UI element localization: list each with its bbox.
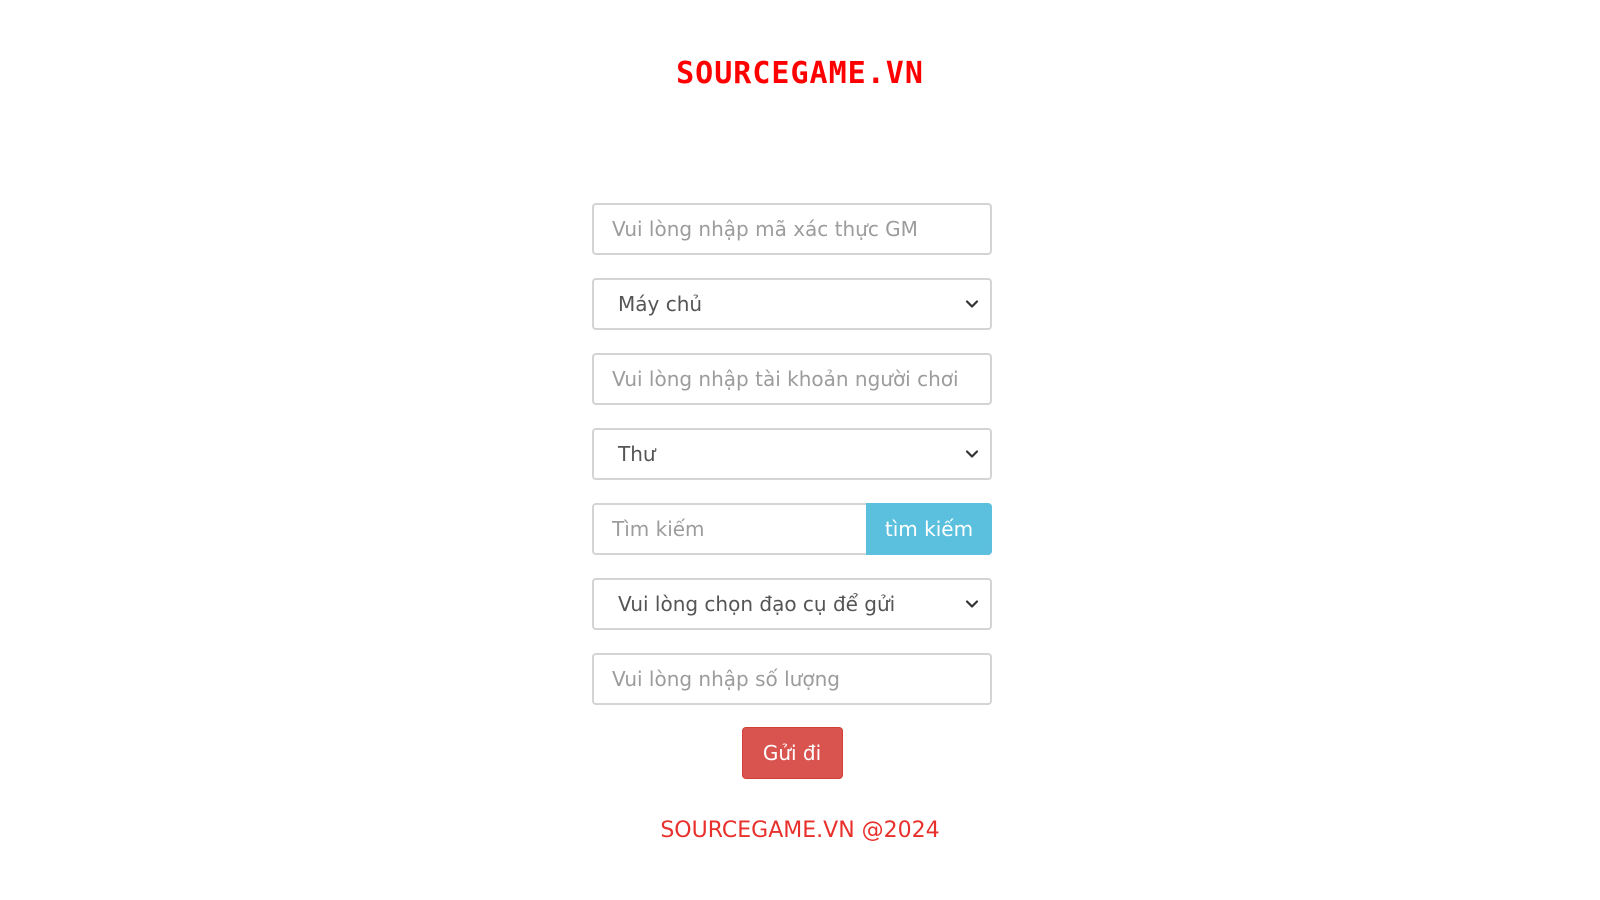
item-search-group: tìm kiếm (592, 503, 992, 555)
footer-copyright: SOURCEGAME.VN @2024 (660, 818, 940, 843)
gm-code-field[interactable] (592, 203, 992, 255)
quantity-field[interactable] (592, 653, 992, 705)
gm-send-form: Máy chủ Thư tìm kiếm Vui lòng chọn đạo c… (592, 203, 992, 779)
item-search-input[interactable] (612, 517, 848, 541)
chevron-down-icon (965, 600, 979, 608)
quantity-input[interactable] (612, 667, 972, 691)
submit-button[interactable]: Gửi đi (741, 727, 843, 779)
site-logo[interactable]: SOURCEGAME.VN (0, 56, 1600, 91)
item-search-field[interactable] (594, 505, 866, 553)
server-select-value: Máy chủ (618, 292, 703, 316)
mail-type-select[interactable]: Thư (592, 428, 992, 480)
gm-code-input[interactable] (612, 217, 972, 241)
server-select[interactable]: Máy chủ (592, 278, 992, 330)
mail-type-select-value: Thư (618, 442, 656, 466)
search-button[interactable]: tìm kiếm (866, 503, 992, 555)
item-select[interactable]: Vui lòng chọn đạo cụ để gửi (592, 578, 992, 630)
page: SOURCEGAME.VN Máy chủ Thư tìm kiếm (0, 0, 1600, 900)
player-account-input[interactable] (612, 367, 972, 391)
chevron-down-icon (965, 450, 979, 458)
submit-row: Gửi đi (592, 727, 992, 779)
item-select-value: Vui lòng chọn đạo cụ để gửi (618, 592, 896, 616)
chevron-down-icon (965, 300, 979, 308)
player-account-field[interactable] (592, 353, 992, 405)
